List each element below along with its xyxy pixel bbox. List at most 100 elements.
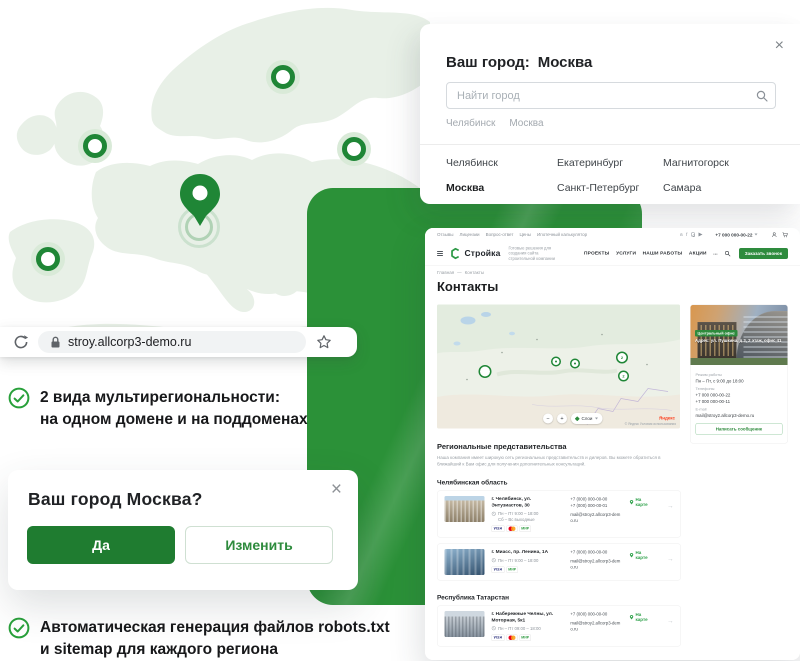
city-option[interactable]: Самара [663,182,729,194]
order-call-button[interactable]: Заказать звонок [739,248,788,259]
city-option[interactable]: Челябинск [446,157,498,169]
nav-more[interactable]: ... [713,251,718,257]
reps-description: Наша компания имеет широкую сеть региона… [437,455,678,468]
map-office-marker[interactable] [570,359,580,369]
map-office-marker[interactable] [551,357,561,367]
office-badge: Центральный офис [695,330,737,337]
arrow-right-icon[interactable]: → [667,502,674,510]
office-address: Адрес: ул. Пушкина, д.3, 2 этаж, офис 41 [695,338,783,344]
hamburger-icon[interactable] [437,251,443,256]
map-terms[interactable]: © Яндекс Условия использования [625,423,676,427]
star-bookmark-icon[interactable] [316,334,332,350]
recent-city-chip[interactable]: Москва [509,118,543,129]
rep-hours: Пн – Пт 09:00 – 18:00 [498,626,541,631]
map-zoom-out-button[interactable]: − [543,414,553,424]
rep-email[interactable]: mail@stroy2.allcorp3-demo.ru [570,620,622,632]
rep-address: г. Набережные Челны, ул. Моторная, 5к1 [492,611,562,623]
city-option-selected[interactable]: Москва [446,182,498,194]
on-map-link[interactable]: На карте [629,497,653,507]
map-pin-icon [629,552,633,558]
feature-line: Автоматическая генерация файлов robots.t… [40,617,390,639]
vk-icon[interactable]: в [680,232,682,237]
topbar-link[interactable]: Цены [519,232,531,237]
clock-icon [492,511,497,516]
nav-item[interactable]: ПРОЕКТЫ [584,251,610,257]
office-email[interactable]: mail@stroy2.allcorp3-demo.ru [696,412,771,418]
change-city-button[interactable]: Изменить [185,526,333,564]
confirm-yes-button[interactable]: Да [27,526,175,564]
check-icon [8,387,30,409]
reps-section-title: Региональные представительства [437,443,788,452]
rep-phone[interactable]: +7 (000) 000-00-00 [570,549,622,555]
rep-phone[interactable]: +7 (000) 000-00-01 [570,502,622,508]
office-hours-label: Режим работы [696,373,783,378]
stroyka-site: Отзывы Лицензии Вопрос-ответ Цены Ипотеч… [425,228,800,660]
map-pin-icon [342,137,366,161]
user-icon[interactable] [772,232,778,238]
city-option[interactable]: Санкт-Петербург [557,182,639,194]
recent-cities: Челябинск Москва [446,118,544,129]
visa-icon: VISA [492,566,505,573]
site-logo[interactable]: Стройка [450,247,500,259]
rep-hours-weekend: Сб – Вс выходные [498,517,535,522]
mir-icon: МИР [506,566,518,573]
cart-icon[interactable] [782,232,788,238]
recent-city-chip[interactable]: Челябинск [446,118,495,129]
rep-address: г. Челябинск, ул. Энтузиастов, 30 [492,496,562,508]
arrow-right-icon[interactable]: → [667,617,674,625]
office-hours: Пн – Пт, с 9:00 до 18:00 [696,378,783,384]
facebook-icon[interactable]: f [686,232,687,237]
rep-email[interactable]: mail@stroy2.allcorp3-demo.ru [570,511,622,523]
reload-icon[interactable] [13,334,29,350]
breadcrumb-current: Контакты [465,270,484,275]
write-message-button[interactable]: Написать сообщение [696,423,783,435]
city-dialog-title: Ваш город:Москва [446,54,592,71]
topbar-link[interactable]: Вопрос-ответ [486,232,514,237]
logo-text: Стройка [465,248,501,258]
rep-phone[interactable]: +7 (000) 000-00-00 [570,611,622,617]
search-icon[interactable] [724,250,730,256]
map-pin-icon [629,614,633,620]
nav-item[interactable]: УСЛУГИ [616,251,636,257]
close-icon[interactable]: × [331,480,342,499]
contacts-map[interactable]: 2 2 − + Слои Яндекс © Яндекс Условия исп… [437,305,680,429]
topbar-link[interactable]: Ипотечный калькулятор [537,232,587,237]
arrow-right-icon[interactable]: → [667,555,674,563]
nav-item[interactable]: НАШИ РАБОТЫ [643,251,683,257]
city-option[interactable]: Магнитогорск [663,157,729,169]
instagram-icon[interactable] [691,233,695,237]
map-cluster-marker[interactable] [479,365,492,378]
clock-icon [492,558,497,563]
telegram-icon[interactable] [698,233,702,237]
city-search-input[interactable] [446,82,776,109]
city-column: Челябинск Москва [446,157,498,194]
office-thumbnail [445,549,485,575]
breadcrumb-home[interactable]: Главная [437,270,454,275]
rep-office-row[interactable]: г. Челябинск, ул. Энтузиастов, 30 Пн – П… [437,491,681,538]
on-map-link[interactable]: На карте [629,612,653,622]
close-icon[interactable]: × [775,38,784,54]
on-map-link[interactable]: На карте [629,550,653,560]
breadcrumb-separator: — [457,270,462,275]
map-layers-button[interactable]: Слои [571,413,602,424]
topbar-link[interactable]: Отзывы [437,232,453,237]
rep-email[interactable]: mail@stroy2.allcorp3-demo.ru [570,558,622,570]
map-zoom-in-button[interactable]: + [557,414,567,424]
rep-office-row[interactable]: г. Набережные Челны, ул. Моторная, 5к1 П… [437,606,681,647]
mastercard-icon [506,634,517,641]
site-phone[interactable]: +7 000 000-00-22 [715,232,757,238]
url-field[interactable]: stroy.allcorp3-demo.ru [38,331,306,353]
office-photo: Центральный офис Адрес: ул. Пушкина, д.3… [691,305,788,365]
map-cluster-marker[interactable]: 2 [616,352,628,364]
city-option[interactable]: Екатеринбург [557,157,639,169]
site-tagline: Готовые решения для создания сайта строи… [508,245,564,261]
map-cluster-marker[interactable]: 2 [618,371,629,382]
nav-item[interactable]: АКЦИИ [689,251,707,257]
main-location-pin-icon [178,172,222,228]
rep-office-row[interactable]: г. Миасс, пр. Ленина, 1А Пн – Пт 9:00 – … [437,544,681,581]
rep-hours: Пн – Пт 9:00 – 18:00 [498,558,538,563]
topbar-link[interactable]: Лицензии [459,232,479,237]
logo-icon [450,247,461,259]
office-phone[interactable]: +7 000 000-00-11 [696,398,783,404]
mastercard-icon [506,526,517,533]
